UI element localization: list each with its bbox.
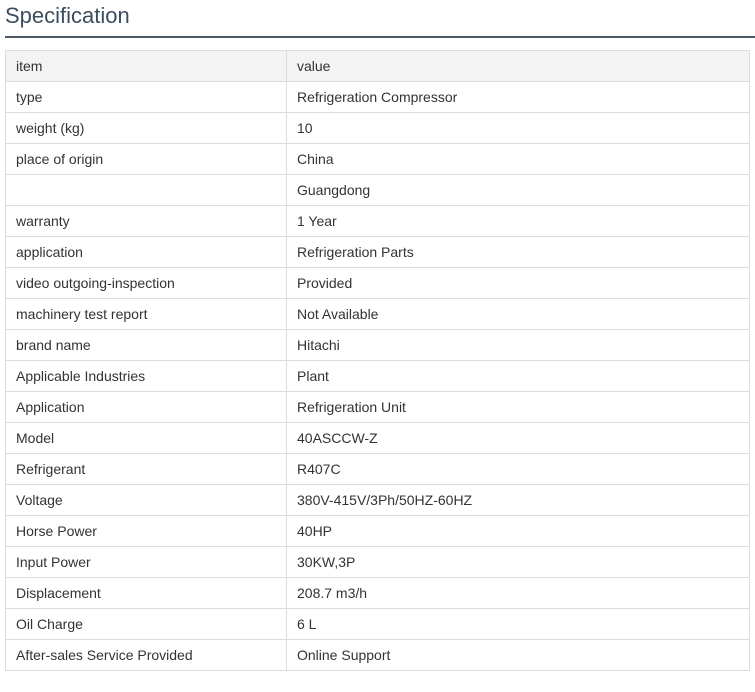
item-cell: Model	[5, 422, 287, 454]
item-cell: video outgoing-inspection	[5, 267, 287, 299]
item-cell: Displacement	[5, 577, 287, 609]
item-cell: Voltage	[5, 484, 287, 516]
item-cell: type	[5, 81, 287, 113]
item-cell: Horse Power	[5, 515, 287, 547]
value-cell: Plant	[286, 360, 750, 392]
item-cell: Applicable Industries	[5, 360, 287, 392]
value-cell: 1 Year	[286, 205, 750, 237]
value-cell: Guangdong	[286, 174, 750, 206]
item-cell: machinery test report	[5, 298, 287, 330]
table-row: brand name Hitachi	[5, 329, 750, 361]
item-cell: Input Power	[5, 546, 287, 578]
value-cell: 6 L	[286, 608, 750, 640]
table-row: Input Power 30KW,3P	[5, 546, 750, 578]
page-title: Specification	[5, 0, 755, 38]
table-row: Guangdong	[5, 174, 750, 206]
table-row: Displacement 208.7 m3/h	[5, 577, 750, 609]
table-row: weight (kg) 10	[5, 112, 750, 144]
table-row: application Refrigeration Parts	[5, 236, 750, 268]
item-cell: After-sales Service Provided	[5, 639, 287, 671]
header-value-cell: value	[286, 50, 750, 82]
table-row: place of origin China	[5, 143, 750, 175]
table-header-row: item value	[5, 50, 750, 82]
value-cell: Online Support	[286, 639, 750, 671]
item-cell: place of origin	[5, 143, 287, 175]
table-row: Horse Power 40HP	[5, 515, 750, 547]
value-cell: China	[286, 143, 750, 175]
table-row: Oil Charge 6 L	[5, 608, 750, 640]
table-row: Applicable Industries Plant	[5, 360, 750, 392]
table-row: type Refrigeration Compressor	[5, 81, 750, 113]
item-cell: application	[5, 236, 287, 268]
item-cell: Application	[5, 391, 287, 423]
item-cell: brand name	[5, 329, 287, 361]
value-cell: Refrigeration Parts	[286, 236, 750, 268]
specification-table: item value type Refrigeration Compressor w…	[5, 50, 750, 671]
table-row: video outgoing-inspection Provided	[5, 267, 750, 299]
value-cell: Provided	[286, 267, 750, 299]
value-cell: 40ASCCW-Z	[286, 422, 750, 454]
value-cell: 208.7 m3/h	[286, 577, 750, 609]
header-item-cell: item	[5, 50, 287, 82]
table-row: machinery test report Not Available	[5, 298, 750, 330]
value-cell: Hitachi	[286, 329, 750, 361]
table-row: Voltage 380V-415V/3Ph/50HZ-60HZ	[5, 484, 750, 516]
item-cell: warranty	[5, 205, 287, 237]
value-cell: 40HP	[286, 515, 750, 547]
item-cell: Oil Charge	[5, 608, 287, 640]
value-cell: Refrigeration Compressor	[286, 81, 750, 113]
value-cell: 10	[286, 112, 750, 144]
value-cell: Not Available	[286, 298, 750, 330]
item-cell	[5, 174, 287, 206]
value-cell: 30KW,3P	[286, 546, 750, 578]
item-cell: weight (kg)	[5, 112, 287, 144]
value-cell: Refrigeration Unit	[286, 391, 750, 423]
value-cell: R407C	[286, 453, 750, 485]
table-row: warranty 1 Year	[5, 205, 750, 237]
table-row: After-sales Service Provided Online Suppo…	[5, 639, 750, 671]
table-row: Model 40ASCCW-Z	[5, 422, 750, 454]
table-row: Refrigerant R407C	[5, 453, 750, 485]
table-row: Application Refrigeration Unit	[5, 391, 750, 423]
value-cell: 380V-415V/3Ph/50HZ-60HZ	[286, 484, 750, 516]
item-cell: Refrigerant	[5, 453, 287, 485]
